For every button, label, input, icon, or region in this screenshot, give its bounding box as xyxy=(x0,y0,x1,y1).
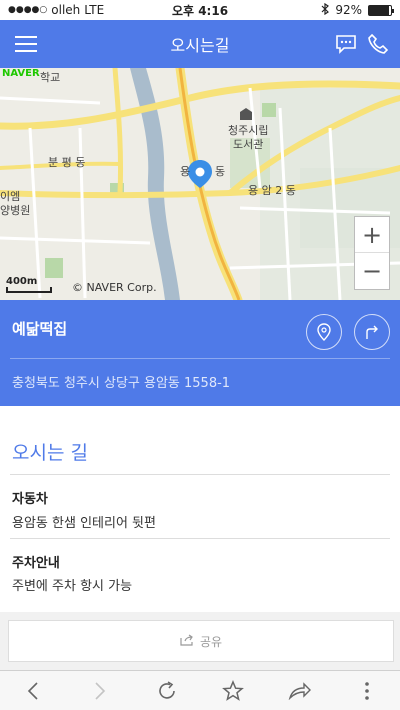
map-label-left-bottom: 양병원 xyxy=(0,204,31,217)
parking-title: 주차안내 xyxy=(12,556,60,571)
map-label-yongam: 용 xyxy=(180,165,191,178)
refresh-icon[interactable] xyxy=(147,671,187,710)
share-label: 공유 xyxy=(199,634,223,649)
clock: 오후 4:16 xyxy=(171,3,229,18)
map-copyright: © NAVER Corp. xyxy=(72,281,157,294)
forward-icon[interactable] xyxy=(80,671,120,710)
zoom-control: + − xyxy=(354,216,390,290)
browser-toolbar xyxy=(0,670,400,710)
parking-text: 주변에 주차 항시 가능 xyxy=(12,579,133,594)
scale-bar xyxy=(6,287,52,293)
place-name: 예닮떡집 xyxy=(12,320,68,338)
map-scale: 400m xyxy=(6,276,52,293)
scale-label: 400m xyxy=(6,276,38,287)
share-area: 공유 xyxy=(0,612,400,670)
map-label-bunpyeong: 분 평 동 xyxy=(48,156,86,169)
car-title: 자동차 xyxy=(12,492,48,507)
header-bar: 오시는길 xyxy=(0,20,400,68)
share-icon xyxy=(180,634,194,649)
phone-icon[interactable] xyxy=(364,30,392,58)
map-view[interactable]: NAVER 학교 청주시립 도서관 분 평 동 용 동 용 암 2 동 이엠 양… xyxy=(0,68,400,300)
section-divider xyxy=(10,538,390,539)
map-label-school: 학교 xyxy=(40,71,61,84)
map-label-library-2: 도서관 xyxy=(233,138,264,151)
place-address: 충청북도 청주시 상당구 용암동 1558-1 xyxy=(12,376,231,391)
heading-divider xyxy=(10,474,390,475)
more-icon[interactable] xyxy=(347,671,387,710)
battery-icon xyxy=(368,4,394,16)
map-label-dong: 동 xyxy=(215,165,226,178)
zoom-in-button[interactable]: + xyxy=(355,217,389,253)
back-icon[interactable] xyxy=(13,671,53,710)
directions-heading: 오시는 길 xyxy=(12,442,88,464)
chat-icon[interactable] xyxy=(332,30,360,58)
info-divider xyxy=(10,358,390,359)
car-text: 용암동 한샘 인테리어 뒷편 xyxy=(12,516,156,531)
battery-fill xyxy=(369,5,390,15)
naver-logo: NAVER xyxy=(2,68,40,79)
map-background xyxy=(0,68,400,300)
map-label-yongam2: 용 암 2 동 xyxy=(248,184,296,197)
zoom-out-button[interactable]: − xyxy=(355,253,389,289)
bookmark-star-icon[interactable] xyxy=(213,671,253,710)
place-info-panel: 예닮떡집 충청북도 청주시 상당구 용암동 1558-1 xyxy=(0,300,400,406)
status-bar: ●●●●○ olleh LTE 오후 4:16 92% xyxy=(0,0,400,20)
route-arrow-icon[interactable] xyxy=(354,314,390,350)
directions-card: 오시는 길 자동차 용암동 한샘 인테리어 뒷편 주차안내 주변에 주차 항시 … xyxy=(0,406,400,612)
share-button[interactable]: 공유 xyxy=(8,620,394,662)
share-arrow-icon[interactable] xyxy=(280,671,320,710)
map-pin-icon[interactable] xyxy=(306,314,342,350)
